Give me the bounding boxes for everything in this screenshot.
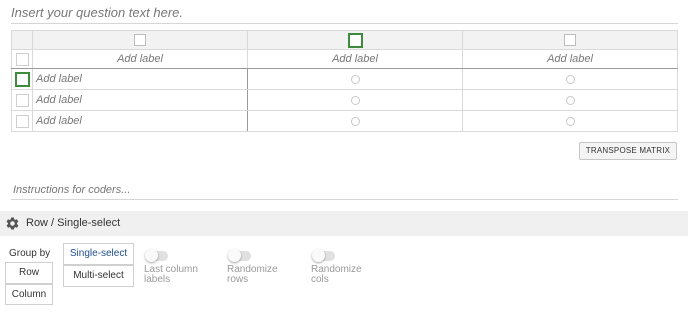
radio-button[interactable] (350, 95, 360, 105)
transpose-matrix-button[interactable]: TRANSPOSE MATRIX (579, 142, 677, 160)
row-label-2[interactable]: Add label (32, 89, 248, 111)
instructions-divider (11, 199, 678, 200)
matrix-row: Add label (11, 89, 678, 111)
select-all-checkbox[interactable] (15, 52, 29, 66)
group-by-row-button[interactable]: Row (5, 262, 53, 284)
row-3-checkbox[interactable] (15, 114, 29, 128)
column-1-checkbox[interactable] (134, 34, 146, 47)
radio-cell (462, 68, 678, 90)
radio-cell (247, 68, 463, 90)
radio-cell (247, 110, 463, 132)
group-by-label: Group by (9, 248, 51, 259)
radio-button[interactable] (565, 95, 575, 105)
radio-button[interactable] (350, 116, 360, 126)
column-label-3[interactable]: Add label (462, 49, 678, 69)
toggle-knob (145, 249, 158, 262)
column-select-cell-1 (32, 30, 248, 50)
toggle-label-line: cols (311, 274, 329, 285)
column-3-checkbox[interactable] (564, 34, 576, 47)
radio-cell (462, 110, 678, 132)
panel-title: Row / Single-select (26, 217, 121, 229)
column-select-cell-3 (462, 30, 678, 50)
single-select-button[interactable]: Single-select (63, 243, 134, 265)
select-all-cell (11, 49, 33, 69)
multi-select-button[interactable]: Multi-select (63, 265, 134, 287)
column-label-1[interactable]: Add label (32, 49, 248, 69)
randomize-cols-label: Randomize cols (311, 265, 362, 285)
row-select-cell (11, 89, 33, 111)
toggle-knob (228, 249, 241, 262)
last-column-labels-toggle[interactable] (145, 249, 168, 262)
row-1-checkbox[interactable] (14, 71, 30, 87)
radio-button[interactable] (565, 74, 575, 84)
row-select-cell (11, 110, 33, 132)
toggle-label-line: labels (144, 274, 171, 285)
question-divider (11, 23, 678, 24)
row-label-3[interactable]: Add label (32, 110, 248, 132)
radio-cell (247, 89, 463, 111)
toggle-knob (312, 249, 325, 262)
column-label-2[interactable]: Add label (247, 49, 463, 69)
matrix-row: Add label (11, 110, 678, 132)
radio-cell (462, 89, 678, 111)
randomize-rows-toggle[interactable] (228, 249, 251, 262)
question-text-input[interactable]: Insert your question text here. (11, 5, 678, 23)
randomize-cols-toggle[interactable] (312, 249, 335, 262)
column-2-checkbox[interactable] (347, 32, 363, 48)
toggle-label-line: rows (227, 274, 249, 285)
matrix-corner (11, 30, 33, 50)
row-label-1[interactable]: Add label (32, 68, 248, 90)
randomize-rows-label: Randomize rows (227, 265, 278, 285)
question-matrix: Add label Add label Add label Add label … (11, 30, 678, 132)
matrix-row: Add label (11, 68, 678, 90)
column-select-cell-2 (247, 30, 463, 50)
group-by-column-button[interactable]: Column (5, 284, 53, 305)
radio-button[interactable] (565, 116, 575, 126)
instructions-input[interactable]: Instructions for coders... (13, 184, 130, 196)
row-2-checkbox[interactable] (15, 93, 29, 107)
last-column-labels-label: Last column labels (144, 265, 198, 285)
radio-button[interactable] (350, 74, 360, 84)
row-select-cell (11, 68, 33, 90)
gear-icon[interactable] (5, 216, 20, 231)
